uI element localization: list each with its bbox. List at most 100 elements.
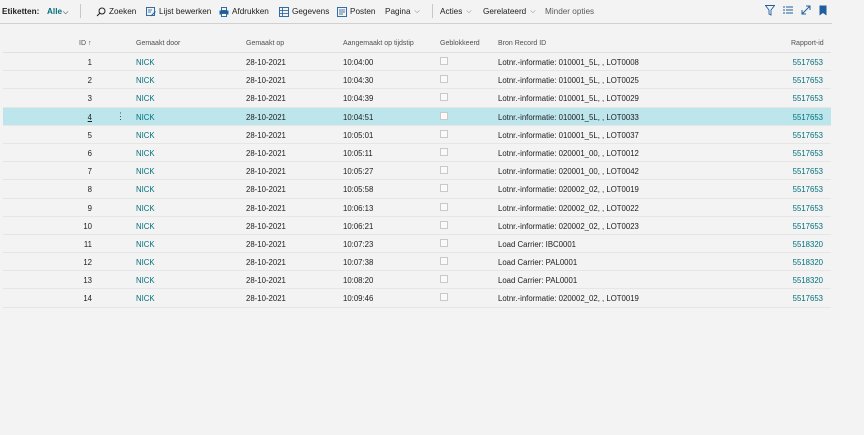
created-by-link[interactable]: NICK — [136, 185, 155, 194]
column-header-blocked[interactable]: Geblokkeerd — [440, 40, 480, 47]
created-by-link[interactable]: NICK — [136, 94, 155, 103]
print-button[interactable]: Afdrukken — [219, 5, 269, 18]
source-record-id: Lotnr.-informatie: 010001_5L, , LOT0033 — [498, 112, 639, 122]
created-by-link[interactable]: NICK — [136, 258, 155, 267]
edit-list-button[interactable]: Lijst bewerken — [146, 5, 211, 18]
actions-menu[interactable]: Acties ⌵ — [440, 5, 472, 18]
expand-button[interactable] — [801, 5, 811, 18]
table-row[interactable]: 14 NICK 28-10-2021 10:09:46 Lotnr.-informati… — [3, 289, 831, 308]
toolbar-divider — [0, 23, 832, 24]
column-header-source-id[interactable]: Bron Record ID — [498, 40, 546, 47]
table-row[interactable]: 10 NICK 28-10-2021 10:06:21 Lotnr.-informati… — [3, 217, 831, 235]
report-id-link[interactable]: 5517653 — [783, 94, 823, 103]
created-time: 10:06:13 — [343, 203, 374, 213]
created-by-link[interactable]: NICK — [136, 149, 155, 158]
created-on-date: 28-10-2021 — [246, 203, 286, 213]
row-actions-icon[interactable]: ⋮ — [116, 111, 125, 122]
column-header-report-id[interactable]: Rapport-id — [791, 40, 824, 47]
blocked-checkbox[interactable] — [440, 93, 448, 102]
entries-button[interactable]: Posten — [337, 5, 376, 18]
data-label: Gegevens — [292, 7, 330, 16]
report-id-link[interactable]: 5517653 — [783, 131, 823, 140]
blocked-checkbox[interactable] — [440, 111, 448, 120]
created-time: 10:04:39 — [343, 94, 374, 104]
report-id-link[interactable]: 5517653 — [783, 222, 823, 231]
filter-icon — [765, 5, 775, 16]
source-record-id: Lotnr.-informatie: 010001_5L, , LOT0037 — [498, 130, 639, 140]
blocked-checkbox[interactable] — [440, 75, 448, 84]
blocked-checkbox[interactable] — [440, 166, 448, 175]
table-row[interactable]: 3 NICK 28-10-2021 10:04:39 Lotnr.-informatie… — [3, 89, 831, 108]
report-id-link[interactable]: 5517653 — [783, 113, 823, 122]
bookmark-icon — [819, 5, 827, 16]
related-menu[interactable]: Gerelateerd ⌵ — [483, 5, 536, 18]
related-menu-label: Gerelateerd — [483, 7, 527, 16]
search-button[interactable]: Zoeken — [96, 5, 136, 18]
table-row[interactable]: 2 NICK 28-10-2021 10:04:30 Lotnr.-informatie… — [3, 71, 831, 90]
blocked-checkbox[interactable] — [440, 202, 448, 211]
table-row[interactable]: 13 NICK 28-10-2021 10:08:20 Load Carrier: PA… — [3, 271, 831, 290]
row-id: 5 — [87, 130, 92, 140]
blocked-checkbox[interactable] — [440, 275, 448, 284]
table-row[interactable]: 11 NICK 28-10-2021 10:07:23 Load Carrier: IB… — [3, 235, 831, 254]
search-icon — [96, 7, 106, 16]
blocked-checkbox[interactable] — [440, 184, 448, 193]
entries-label: Posten — [350, 7, 376, 16]
table-row[interactable]: 4 ⋮ NICK 28-10-2021 10:04:51 Lotnr.-informati… — [3, 107, 831, 126]
data-button[interactable]: Gegevens — [279, 5, 329, 18]
created-by-link[interactable]: NICK — [136, 131, 155, 140]
report-id-link[interactable]: 5517653 — [783, 185, 823, 194]
blocked-checkbox[interactable] — [440, 147, 448, 156]
row-id: 14 — [83, 294, 92, 304]
created-by-link[interactable]: NICK — [136, 294, 155, 303]
created-on-date: 28-10-2021 — [246, 185, 286, 195]
created-by-link[interactable]: NICK — [136, 76, 155, 85]
view-filter-dropdown[interactable]: Alle⌵ — [47, 7, 68, 17]
created-by-link[interactable]: NICK — [136, 113, 155, 122]
table-row[interactable]: 5 NICK 28-10-2021 10:05:01 Lotnr.-informatie… — [3, 126, 831, 144]
created-by-link[interactable]: NICK — [136, 240, 155, 249]
report-id-link[interactable]: 5518320 — [783, 276, 823, 285]
blocked-checkbox[interactable] — [440, 257, 448, 266]
report-id-link[interactable]: 5518320 — [783, 258, 823, 267]
created-by-link[interactable]: NICK — [136, 276, 155, 285]
report-id-link[interactable]: 5517653 — [783, 204, 823, 213]
table-row[interactable]: 6 NICK 28-10-2021 10:05:11 Lotnr.-informatie… — [3, 144, 831, 163]
filter-button[interactable] — [765, 5, 775, 18]
search-button-label: Zoeken — [109, 7, 137, 16]
created-by-link[interactable]: NICK — [136, 204, 155, 213]
created-by-link[interactable]: NICK — [136, 222, 155, 231]
table-row[interactable]: 9 NICK 28-10-2021 10:06:13 Lotnr.-informatie… — [3, 199, 831, 217]
created-on-date: 28-10-2021 — [246, 276, 286, 286]
chevron-down-icon: ⌵ — [414, 7, 420, 15]
blocked-checkbox[interactable] — [440, 220, 448, 229]
blocked-checkbox[interactable] — [440, 57, 448, 65]
records-table: ID ↑ Gemaakt door Gemaakt op Aangemaakt … — [3, 36, 831, 308]
bookmark-button[interactable] — [819, 5, 827, 18]
table-row[interactable]: 7 NICK 28-10-2021 10:05:27 Lotnr.-informatie… — [3, 162, 831, 181]
report-id-link[interactable]: 5517653 — [783, 294, 823, 303]
report-id-link[interactable]: 5518320 — [783, 240, 823, 249]
created-by-link[interactable]: NICK — [136, 58, 155, 67]
table-row[interactable]: 1 NICK 28-10-2021 10:04:00 Lotnr.-informatie… — [3, 53, 831, 72]
list-view-button[interactable] — [783, 5, 793, 18]
source-record-id: Load Carrier: PAL0001 — [498, 258, 578, 268]
report-id-link[interactable]: 5517653 — [783, 149, 823, 158]
created-by-link[interactable]: NICK — [136, 167, 155, 176]
report-id-link[interactable]: 5517653 — [783, 58, 823, 67]
fewer-options-button[interactable]: Minder opties — [545, 5, 594, 18]
report-id-link[interactable]: 5517653 — [783, 167, 823, 176]
created-on-date: 28-10-2021 — [246, 112, 286, 122]
blocked-checkbox[interactable] — [440, 238, 448, 247]
blocked-checkbox[interactable] — [440, 293, 448, 302]
created-time: 10:06:21 — [343, 221, 374, 231]
table-row[interactable]: 12 NICK 28-10-2021 10:07:38 Load Carrier: PA… — [3, 253, 831, 272]
table-row[interactable]: 8 NICK 28-10-2021 10:05:58 Lotnr.-informatie… — [3, 180, 831, 199]
page-menu[interactable]: Pagina ⌵ — [385, 5, 420, 18]
report-id-link[interactable]: 5517653 — [783, 76, 823, 85]
column-header-created-by[interactable]: Gemaakt door — [136, 40, 180, 47]
column-header-created-time[interactable]: Aangemaakt op tijdstip — [343, 40, 414, 47]
blocked-checkbox[interactable] — [440, 129, 448, 138]
column-header-created-on[interactable]: Gemaakt op — [246, 40, 284, 47]
column-header-id[interactable]: ID ↑ — [79, 40, 91, 47]
